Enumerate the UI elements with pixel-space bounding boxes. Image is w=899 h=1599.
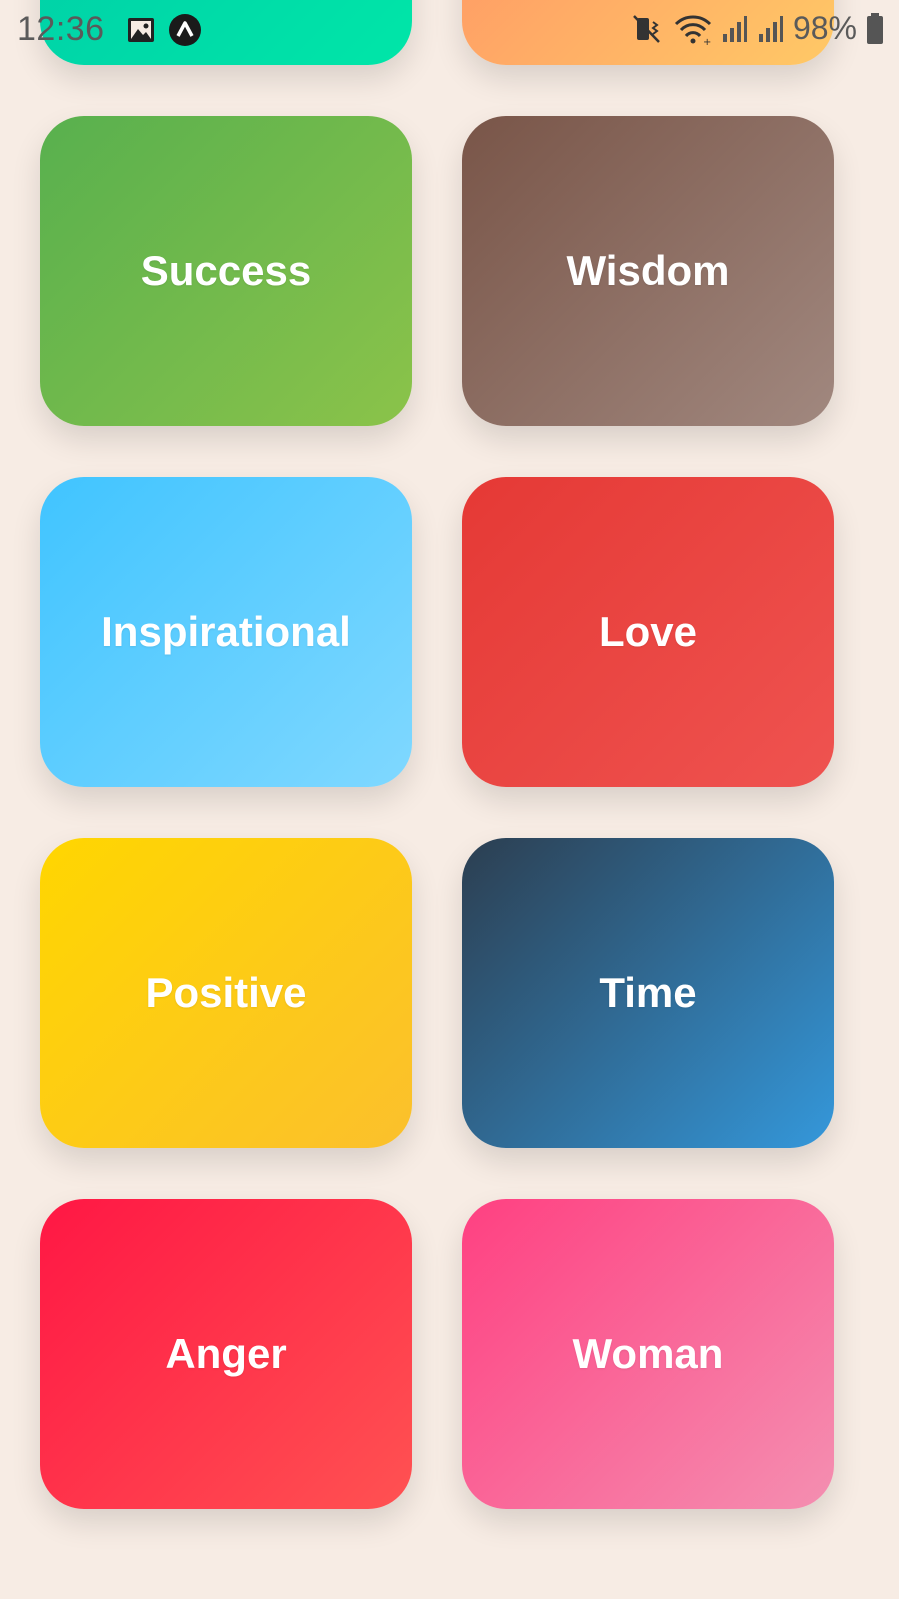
battery-icon: [865, 12, 885, 46]
wifi-icon: +: [673, 12, 713, 46]
category-label-time: Time: [599, 969, 697, 1016]
category-card-success[interactable]: Success: [40, 116, 412, 426]
category-label-success: Success: [140, 247, 312, 294]
category-card-woman[interactable]: Woman: [462, 1199, 834, 1509]
signal-icon-2: [757, 14, 785, 44]
status-bar: 12:36 + 98%: [0, 0, 899, 64]
category-label-wisdom: Wisdom: [566, 247, 730, 294]
category-card-anger[interactable]: Anger: [40, 1199, 412, 1509]
battery-percentage: 98%: [792, 10, 857, 46]
signal-icon: [721, 14, 749, 44]
category-label-love: Love: [598, 608, 698, 655]
category-label-woman: Woman: [572, 1330, 724, 1377]
image-icon: [126, 15, 156, 45]
category-card-time[interactable]: Time: [462, 838, 834, 1148]
status-left-icons: [126, 13, 202, 47]
category-label-positive: Positive: [145, 969, 307, 1016]
category-label-anger: Anger: [165, 1330, 287, 1377]
app-notification-icon: [168, 13, 202, 47]
status-right-icons: + 98%: [631, 10, 885, 47]
vibrate-icon: [631, 12, 665, 46]
category-card-wisdom[interactable]: Wisdom: [462, 116, 834, 426]
screen: 12:36 + 98% Success Wisdom Inspirational…: [0, 0, 899, 1599]
category-card-love[interactable]: Love: [462, 477, 834, 787]
category-label-inspirational: Inspirational: [101, 608, 351, 655]
category-card-inspirational[interactable]: Inspirational: [40, 477, 412, 787]
category-card-positive[interactable]: Positive: [40, 838, 412, 1148]
status-time: 12:36: [17, 10, 105, 48]
svg-text:+: +: [703, 37, 711, 46]
